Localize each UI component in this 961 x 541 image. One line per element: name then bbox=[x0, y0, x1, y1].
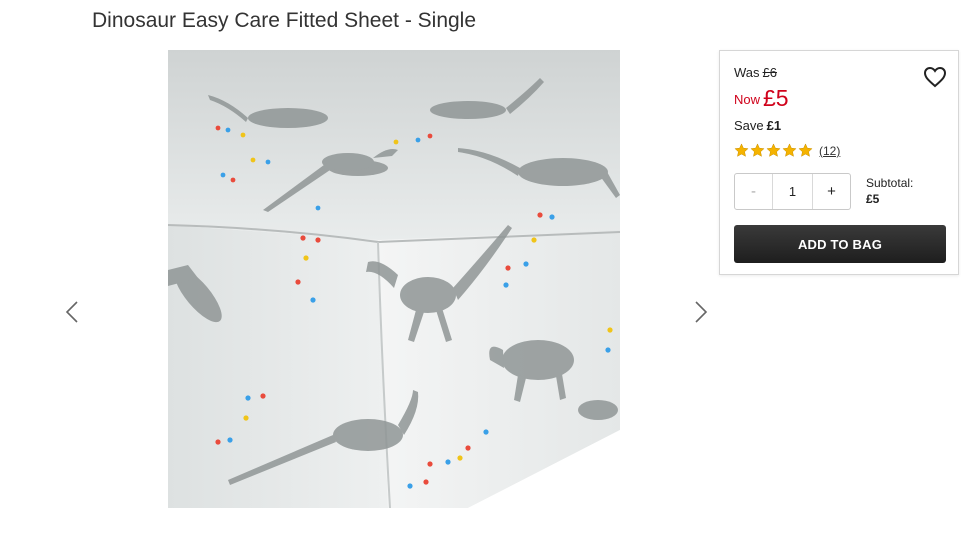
chevron-left-icon bbox=[65, 301, 78, 323]
star-rating bbox=[734, 143, 813, 158]
save-label: Save bbox=[734, 118, 764, 133]
add-to-bag-button[interactable]: ADD TO BAG bbox=[734, 225, 946, 263]
product-title: Dinosaur Easy Care Fitted Sheet - Single bbox=[92, 9, 477, 32]
now-price-line: Now £5 bbox=[734, 85, 789, 112]
was-label: Was bbox=[734, 65, 760, 80]
star-icon bbox=[766, 143, 781, 157]
save-amount: £1 bbox=[766, 118, 782, 133]
heart-icon[interactable] bbox=[923, 65, 947, 89]
save-line: Save £1 bbox=[734, 118, 781, 133]
star-icon bbox=[750, 143, 765, 157]
quantity-input[interactable] bbox=[773, 174, 812, 209]
decrease-quantity-button[interactable]: - bbox=[735, 174, 773, 209]
previous-image-button[interactable] bbox=[60, 296, 84, 328]
rating: (12) bbox=[734, 143, 840, 158]
star-icon bbox=[798, 143, 813, 157]
star-icon bbox=[782, 143, 797, 157]
was-price-line: Was £6 bbox=[734, 65, 777, 80]
purchase-panel: Was£6 Now£5 Save£1 (12) - + Subtotal: £5… bbox=[719, 50, 959, 275]
now-label: Now bbox=[734, 92, 761, 107]
was-price: £6 bbox=[762, 65, 777, 80]
subtotal-value: £5 bbox=[866, 192, 880, 206]
increase-quantity-button[interactable]: + bbox=[812, 174, 850, 209]
star-icon bbox=[734, 143, 749, 157]
next-image-button[interactable] bbox=[689, 296, 713, 328]
review-count-link[interactable]: (12) bbox=[819, 144, 840, 158]
now-price: £5 bbox=[763, 85, 789, 111]
chevron-right-icon bbox=[695, 301, 708, 323]
subtotal-label: Subtotal: bbox=[866, 176, 914, 190]
product-image bbox=[168, 50, 620, 508]
quantity-stepper: - + bbox=[734, 173, 851, 210]
subtotal: Subtotal: £5 bbox=[866, 175, 913, 207]
